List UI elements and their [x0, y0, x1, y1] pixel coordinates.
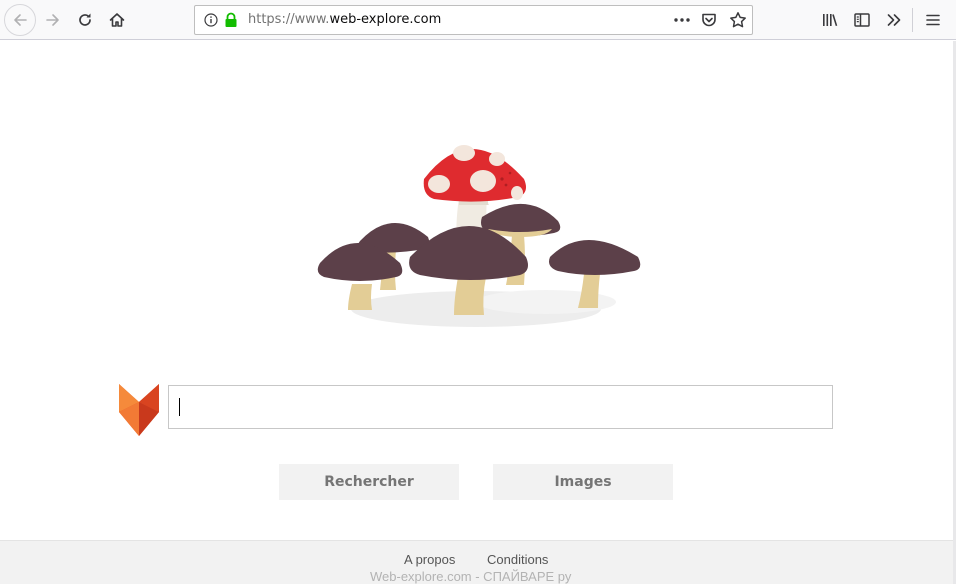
url-text[interactable]: https://www.web-explore.com — [248, 12, 441, 28]
url-prefix: https://www. — [248, 12, 330, 27]
hamburger-menu-icon — [926, 14, 940, 26]
footer: A propos Conditions Web-explore.com - СП… — [0, 540, 956, 584]
browser-toolbar: https://www.web-explore.com — [0, 0, 956, 40]
text-caret — [179, 398, 180, 416]
search-input[interactable] — [168, 385, 833, 429]
fox-logo — [119, 384, 159, 436]
images-button[interactable]: Images — [493, 464, 673, 500]
watermark-text: Web-explore.com - СПАЙВАРЕ ру — [370, 569, 572, 584]
url-host: web-explore.com — [329, 12, 442, 27]
more-actions-icon[interactable] — [673, 13, 691, 27]
terms-link[interactable]: Conditions — [487, 552, 548, 567]
back-arrow-icon — [14, 14, 27, 26]
sidebar-icon — [854, 13, 870, 27]
library-icon — [823, 14, 838, 27]
forward-button[interactable] — [38, 5, 68, 35]
toolbar-divider — [912, 8, 913, 32]
mushrooms-illustration — [317, 145, 641, 327]
about-link[interactable]: A propos — [404, 552, 455, 567]
main-menu-button[interactable] — [918, 5, 948, 35]
lock-icon[interactable] — [224, 12, 238, 28]
address-bar[interactable]: https://www.web-explore.com — [194, 5, 753, 35]
sidebar-button[interactable] — [847, 5, 877, 35]
site-info-icon[interactable] — [204, 13, 218, 27]
pocket-icon[interactable] — [701, 12, 717, 28]
overflow-menu-button[interactable] — [879, 5, 909, 35]
overflow-chevron-icon — [887, 14, 901, 26]
reload-button[interactable] — [70, 5, 100, 35]
home-icon — [109, 13, 125, 27]
back-button[interactable] — [4, 4, 36, 36]
forward-arrow-icon — [46, 14, 59, 26]
home-button[interactable] — [102, 5, 132, 35]
reload-icon — [79, 13, 91, 26]
search-button[interactable]: Rechercher — [279, 464, 459, 500]
page-content: Rechercher Images A propos Conditions We… — [0, 41, 956, 584]
library-button[interactable] — [815, 5, 845, 35]
bookmark-star-icon[interactable] — [729, 11, 747, 29]
